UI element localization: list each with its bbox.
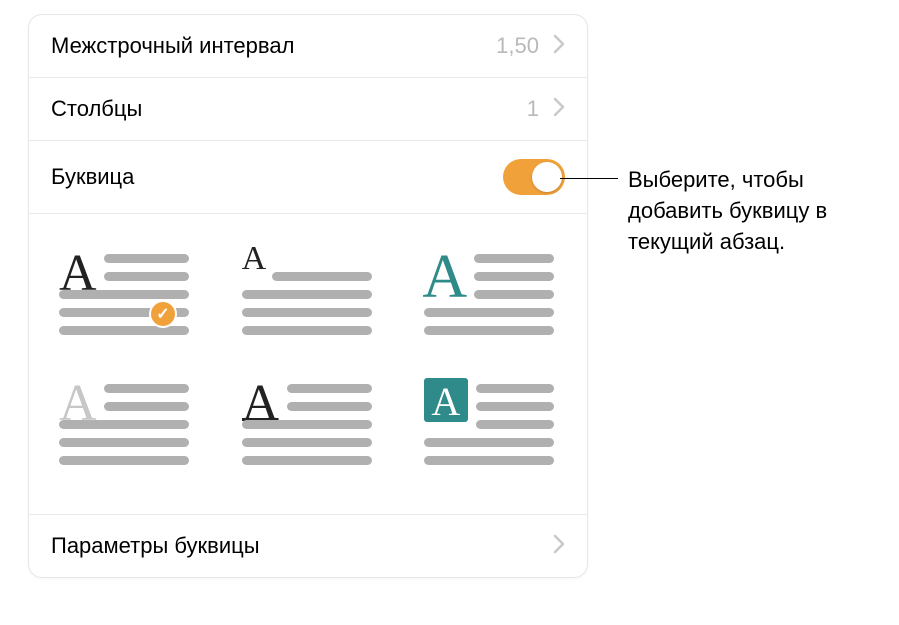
row-dropcap: Буквица bbox=[29, 141, 587, 214]
chevron-right-icon bbox=[553, 34, 565, 59]
columns-value: 1 bbox=[527, 96, 539, 122]
row-columns[interactable]: Столбцы 1 bbox=[29, 78, 587, 141]
letter-a-icon: A bbox=[422, 242, 467, 313]
toggle-knob bbox=[532, 162, 562, 192]
chevron-right-icon bbox=[553, 97, 565, 122]
dropcap-toggle[interactable] bbox=[503, 159, 565, 195]
letter-a-icon: A bbox=[242, 240, 267, 278]
callout-text: Выберите, чтобы добавить буквицу в текущ… bbox=[628, 165, 878, 257]
row-line-spacing[interactable]: Межстрочный интервал 1,50 bbox=[29, 15, 587, 78]
line-spacing-value: 1,50 bbox=[496, 33, 539, 59]
dropcap-style-5[interactable]: A bbox=[242, 384, 372, 474]
selected-badge: ✓ bbox=[149, 300, 177, 328]
dropcap-style-4[interactable]: A bbox=[59, 384, 189, 474]
callout-leader bbox=[560, 178, 618, 179]
dropcap-style-6[interactable]: A bbox=[424, 384, 554, 474]
columns-label: Столбцы bbox=[51, 96, 527, 122]
dropcap-style-3[interactable]: A bbox=[424, 254, 554, 344]
dropcap-style-1[interactable]: A ✓ bbox=[59, 254, 189, 344]
line-spacing-label: Межстрочный интервал bbox=[51, 33, 496, 59]
format-panel: Межстрочный интервал 1,50 Столбцы 1 Букв… bbox=[28, 14, 588, 578]
dropcap-options-label: Параметры буквицы bbox=[51, 533, 553, 559]
dropcap-styles-grid: A ✓ A bbox=[29, 214, 587, 515]
row-dropcap-options[interactable]: Параметры буквицы bbox=[29, 515, 587, 577]
checkmark-icon: ✓ bbox=[156, 304, 169, 324]
chevron-right-icon bbox=[553, 534, 565, 559]
letter-a-icon: A bbox=[431, 378, 460, 425]
dropcap-style-2[interactable]: A bbox=[242, 254, 372, 344]
dropcap-label: Буквица bbox=[51, 164, 503, 190]
